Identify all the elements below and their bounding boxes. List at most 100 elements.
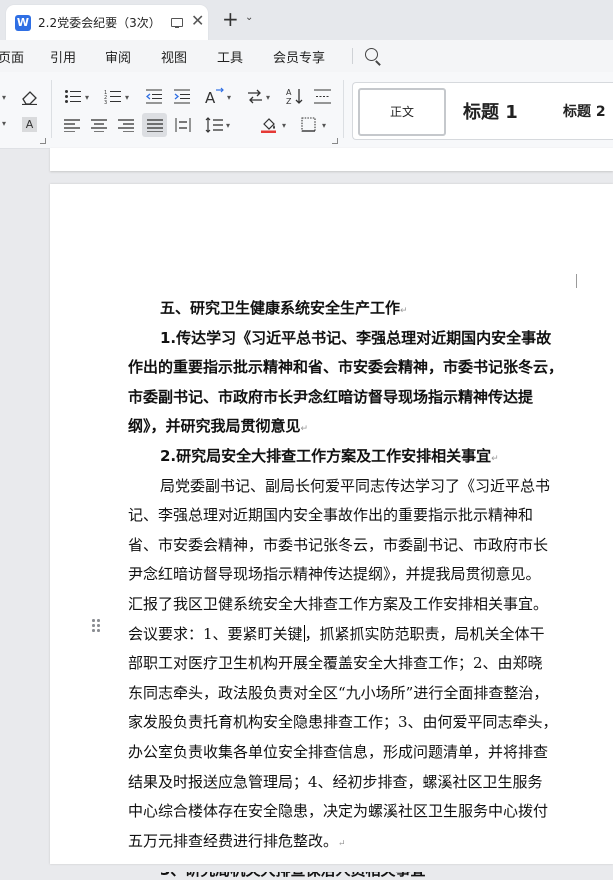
line-text: 市委副书记、市政府市长尹念红暗访督导现场指示精神传达提 [128,387,534,406]
line-text: 东同志牵头，政法股负责对全区“九小场所”进行全面排查整治， [128,683,549,702]
distributed-align-icon[interactable] [175,117,191,133]
line-text: 会议要求：1、要紧盯关键 [128,624,303,643]
line-text: 记、李强总理对近期国内安全事故作出的重要指示批示精神和 [128,506,534,525]
chevron-down-icon[interactable]: ▾ [2,93,6,102]
body-text-line: 记、李强总理对近期国内安全事故作出的重要指示批示精神和 [128,505,576,525]
svg-text:A: A [286,88,292,97]
tab-bar: W 2.2党委会纪要（3次） ✕ + ⌄ [0,0,613,40]
search-icon[interactable] [365,48,378,61]
heading-line: 3、研究局机关大排查保洁人员相关事宜 [160,872,576,880]
page-margin-mark [112,274,126,288]
text-direction-icon[interactable]: A [203,87,225,105]
sort-icon[interactable]: AZ [286,87,304,105]
svg-text:A: A [205,89,216,105]
align-left-icon[interactable] [64,119,80,132]
align-center-icon[interactable] [91,119,107,132]
menu-view[interactable]: 视图 [161,47,187,66]
chevron-down-icon[interactable]: ▾ [125,93,129,102]
line-text: 结果及时报送应急管理局；4、经初步排查，螺溪社区卫生服务 [128,772,543,791]
wps-writer-icon: W [15,15,31,31]
heading-line: 纲》，并研究我局贯彻意见↵ [128,416,576,439]
line-spacing-icon[interactable] [205,117,223,133]
paragraph-mark-icon: ↵ [338,838,346,849]
new-tab-button[interactable]: + [222,7,239,31]
numbered-list-icon[interactable]: 123 [104,89,122,104]
line-text: 3、研究局机关大排查保洁人员相关事宜 [160,872,425,879]
heading-line: 市委副书记、市政府市长尹念红暗访督导现场指示精神传达提 [128,387,576,407]
body-text-line: 办公室负责收集各单位安全排查信息，形成问题清单，并将排查 [128,742,576,762]
show-marks-icon[interactable] [314,89,331,104]
line-text: 办公室负责收集各单位安全排查信息，形成问题清单，并将排查 [128,743,549,761]
char-shading-icon[interactable]: A [22,117,37,132]
line-text: 家发股负责托育机构安全隐患排查工作；3、由何爱平同志牵头， [128,713,558,732]
body-text-line: 尹念红暗访督导现场指示精神传达提纲》，并提我局贯彻意见。 [128,564,576,584]
borders-icon[interactable] [301,117,316,132]
body-text-line: 结果及时报送应急管理局；4、经初步排查，螺溪社区卫生服务 [128,772,576,792]
monitor-icon[interactable] [171,18,183,28]
body-text-line: 汇报了我区卫健系统安全大排查工作方案及工作安排相关事宜。 [128,594,576,614]
line-text: 五、研究卫生健康系统安全生产工作 [160,299,401,317]
line-text: 局党委副书记、副局长何爱平同志传达学习了《习近平总书 [160,476,551,495]
document-tab[interactable]: W 2.2党委会纪要（3次） ✕ [6,5,208,40]
justify-icon[interactable] [147,119,163,132]
heading-line: 五、研究卫生健康系统安全生产工作↵ [160,298,576,321]
style-normal-label: 正文 [389,105,414,119]
paragraph-mark-icon: ↵ [300,424,309,435]
line-text: 省、市安委会精神，市委书记张冬云，市委副书记、市政府市长 [128,535,549,554]
body-text-line: 东同志牵头，政法股负责对全区“九小场所”进行全面排查整治， [128,683,576,703]
eraser-icon[interactable] [20,89,38,105]
chevron-down-icon[interactable]: ⌄ [245,12,253,23]
paragraph-dialog-launcher-icon[interactable] [332,138,338,144]
decrease-indent-icon[interactable] [146,89,162,104]
line-text: 部职工对医疗卫生机构开展全覆盖安全大排查工作；2、由郑晓 [128,654,543,673]
style-normal-button[interactable]: 正文 [358,88,446,136]
increase-indent-icon[interactable] [174,89,190,104]
heading-line: 作出的重要指示批示精神和省、市安委会精神，市委书记张冬云， [128,357,576,377]
page-margin-mark [576,274,577,288]
menu-review[interactable]: 审阅 [105,47,131,66]
line-text: 尹念红暗访督导现场指示精神传达提纲》，并提我局贯彻意见。 [128,565,541,584]
svg-text:Z: Z [286,97,292,105]
menu-bar: 页面 引用 审阅 视图 工具 会员专享 [0,40,613,72]
chevron-down-icon[interactable]: ▾ [282,121,286,130]
chevron-down-icon[interactable]: ▾ [85,93,89,102]
line-text: ，抓紧抓实防范职责，局机关全体干 [304,624,545,643]
bullet-list-icon[interactable] [64,89,82,104]
line-spacing-swap-icon[interactable] [246,89,264,104]
line-text: 2.研究局安全大排查工作方案及工作安排相关事宜 [160,447,492,465]
paragraph-mark-icon: ↵ [400,306,408,316]
shading-fill-icon[interactable] [260,115,278,133]
body-text-line: 部职工对医疗卫生机构开展全覆盖安全大排查工作；2、由郑晓 [128,653,576,673]
body-text-line: 家发股负责托育机构安全隐患排查工作；3、由何爱平同志牵头， [128,712,576,732]
menu-tools[interactable]: 工具 [217,47,243,66]
paragraph-drag-handle[interactable] [92,619,101,633]
menu-divider [352,48,353,64]
chevron-down-icon[interactable]: ▾ [227,93,231,102]
align-right-icon[interactable] [118,119,134,132]
style-heading2-button[interactable]: 标题 2 [563,101,606,121]
chevron-down-icon[interactable]: ▾ [266,93,270,102]
chevron-down-icon[interactable]: ▾ [226,121,230,130]
chevron-down-icon[interactable]: ▾ [322,121,326,130]
style-heading1-button[interactable]: 标题 1 [463,98,518,124]
heading-line: 2.研究局安全大排查工作方案及工作安排相关事宜↵ [160,446,576,469]
menu-member[interactable]: 会员专享 [273,47,325,66]
ribbon-divider [343,80,344,138]
line-text: 汇报了我区卫健系统安全大排查工作方案及工作安排相关事宜。 [128,595,549,613]
ribbon-toolbar: ▾ ▾ A ▾ 123 ▾ A ▾ ▾ AZ ▾ ▾ ▾ 正文 标题 1 标题 … [0,72,613,149]
font-dialog-launcher-icon[interactable] [40,138,46,144]
chevron-down-icon[interactable]: ▾ [2,119,6,128]
line-text: 中心综合楼体存在安全隐患，决定为螺溪社区卫生服务中心拨付 [128,802,549,821]
body-text-line: 省、市安委会精神，市委书记张冬云，市委副书记、市政府市长 [128,535,576,555]
styles-gallery: 正文 标题 1 标题 2 [352,82,613,140]
line-text: 1.传达学习《习近平总书记、李强总理对近期国内安全事故 [160,328,552,347]
close-tab-icon[interactable]: ✕ [191,11,204,30]
svg-text:3: 3 [104,100,107,104]
ribbon-divider [51,80,52,138]
heading-line: 1.传达学习《习近平总书记、李强总理对近期国内安全事故 [160,328,576,348]
menu-references[interactable]: 引用 [50,47,76,66]
menu-page[interactable]: 页面 [0,47,24,66]
document-tab-title: 2.2党委会纪要（3次） [38,16,161,30]
line-text: 五万元排查经费进行排危整改。 [128,831,339,850]
body-text-line: 五万元排查经费进行排危整改。↵ [128,831,576,854]
